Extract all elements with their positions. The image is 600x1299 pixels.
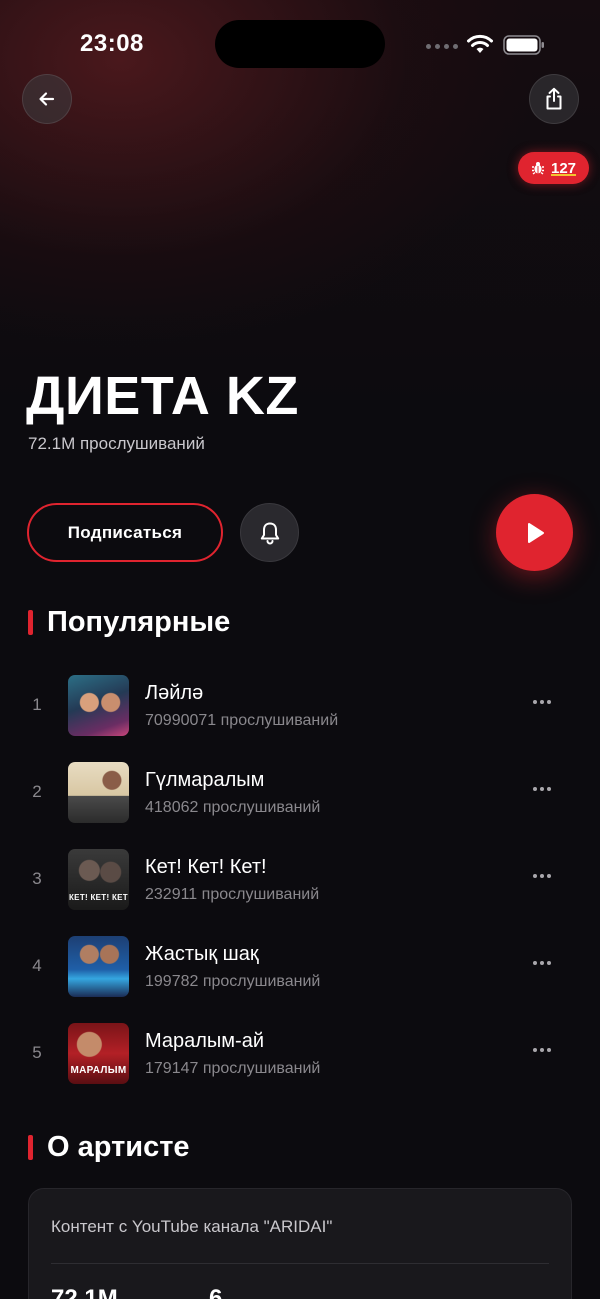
- track-row[interactable]: 2 Гүлмаралым 418062 прослушиваний: [0, 749, 600, 836]
- track-number: 3: [32, 869, 42, 888]
- track-row[interactable]: 1 Ләйлә 70990071 прослушиваний: [0, 662, 600, 749]
- divider: [51, 1263, 549, 1264]
- background: [0, 0, 600, 1299]
- dynamic-island: [215, 20, 385, 68]
- stat-listens: 72.1M: [51, 1285, 118, 1299]
- cover-caption: КЕТ! КЕТ! КЕТ: [69, 893, 128, 902]
- track-list: 1 Ләйлә 70990071 прослушиваний 2 Гүлмара…: [0, 662, 600, 1097]
- track-row[interactable]: 5 МАРАЛЫМ Маралым-ай 179147 прослушивани…: [0, 1010, 600, 1097]
- more-options-icon[interactable]: [533, 700, 551, 704]
- track-cover: МАРАЛЫМ: [68, 1023, 129, 1084]
- play-icon: [527, 522, 544, 543]
- track-cover: [68, 936, 129, 997]
- artist-listens: 72.1M прослушиваний: [28, 434, 205, 453]
- status-time: 23:08: [80, 30, 144, 57]
- subscribe-button[interactable]: Подписаться: [27, 503, 223, 562]
- battery-icon: [503, 35, 544, 55]
- bug-icon: [531, 162, 544, 175]
- about-card: Контент с YouTube канала "ARIDAI" 72.1M …: [28, 1188, 572, 1299]
- play-button[interactable]: [496, 494, 573, 571]
- track-cover: [68, 762, 129, 823]
- track-plays: 232911 прослушиваний: [145, 886, 320, 903]
- more-options-icon[interactable]: [533, 1048, 551, 1052]
- back-button[interactable]: [22, 74, 72, 124]
- share-icon: [546, 87, 562, 110]
- more-options-icon[interactable]: [533, 874, 551, 878]
- popular-heading: Популярные: [47, 606, 231, 638]
- cellular-signal-icon: [426, 44, 458, 49]
- more-options-icon[interactable]: [533, 961, 551, 965]
- track-cover: КЕТ! КЕТ! КЕТ: [68, 849, 129, 910]
- track-number: 5: [32, 1043, 42, 1062]
- track-title: Кет! Кет! Кет!: [145, 856, 267, 878]
- section-accent-bar: [28, 1135, 33, 1160]
- wifi-icon: [467, 34, 493, 53]
- share-button[interactable]: [529, 74, 579, 124]
- track-plays: 418062 прослушиваний: [145, 799, 321, 816]
- track-number: 2: [32, 782, 42, 801]
- arrow-left-icon: [39, 92, 55, 106]
- track-plays: 199782 прослушиваний: [145, 973, 321, 990]
- bell-icon: [260, 522, 279, 544]
- track-title: Гүлмаралым: [145, 769, 265, 791]
- debug-badge[interactable]: 127: [518, 152, 589, 184]
- debug-count: 127: [550, 159, 577, 177]
- cover-caption: МАРАЛЫМ: [70, 1065, 127, 1076]
- track-plays: 179147 прослушиваний: [145, 1060, 321, 1077]
- about-source: Контент с YouTube канала "ARIDAI": [51, 1217, 333, 1236]
- track-cover: [68, 675, 129, 736]
- track-row[interactable]: 4 Жастық шақ 199782 прослушиваний: [0, 923, 600, 1010]
- track-row[interactable]: 3 КЕТ! КЕТ! КЕТ Кет! Кет! Кет! 232911 пр…: [0, 836, 600, 923]
- more-options-icon[interactable]: [533, 787, 551, 791]
- notify-button[interactable]: [240, 503, 299, 562]
- stat-count: 6: [209, 1285, 223, 1299]
- track-title: Ләйлә: [145, 682, 204, 704]
- artist-name: ДИЕТА KZ: [26, 366, 299, 426]
- track-number: 1: [32, 695, 42, 714]
- popular-section-title: Популярные: [28, 606, 230, 639]
- track-title: Маралым-ай: [145, 1030, 265, 1052]
- track-plays: 70990071 прослушиваний: [145, 712, 339, 729]
- track-title: Жастық шақ: [145, 943, 259, 965]
- about-heading: О артисте: [47, 1131, 190, 1163]
- section-accent-bar: [28, 610, 33, 635]
- about-section-title: О артисте: [28, 1131, 190, 1164]
- track-number: 4: [32, 956, 42, 975]
